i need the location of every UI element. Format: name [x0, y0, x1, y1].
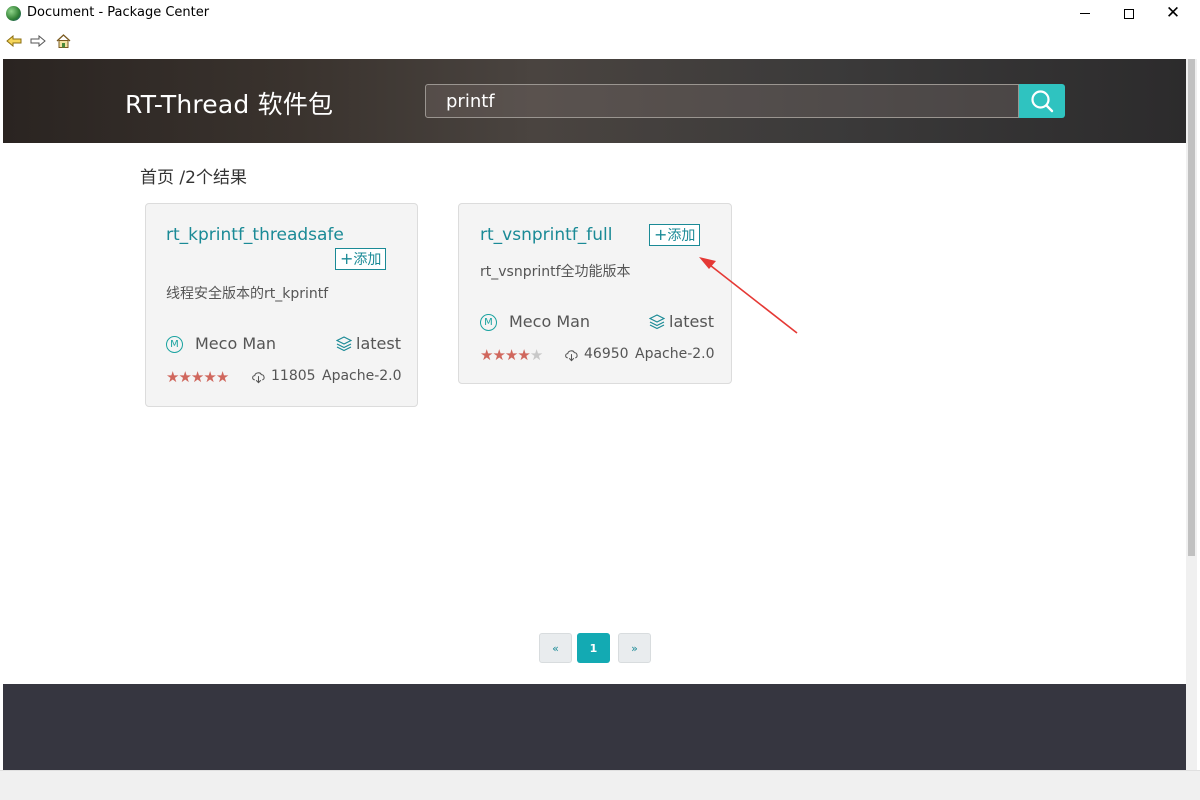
home-button[interactable]	[54, 33, 72, 49]
site-header: RT-Thread 软件包	[3, 59, 1186, 143]
package-name-link[interactable]: rt_kprintf_threadsafe	[166, 225, 344, 245]
pagination-current[interactable]: 1	[577, 633, 610, 663]
package-card: rt_kprintf_threadsafe +添加 线程安全版本的rt_kpri…	[145, 203, 418, 407]
add-package-button[interactable]: +添加	[335, 248, 387, 270]
star-filled-icon: ★	[215, 368, 229, 386]
close-button[interactable]: ✕	[1150, 0, 1196, 27]
add-label: 添加	[667, 228, 696, 244]
pagination-prev[interactable]: «	[539, 633, 572, 663]
site-footer	[3, 684, 1186, 770]
home-icon	[56, 34, 70, 48]
arrow-right-icon	[30, 35, 46, 47]
star-filled-icon: ★	[166, 368, 179, 386]
star-filled-icon: ★	[517, 346, 530, 364]
minimize-icon	[1080, 13, 1090, 14]
download-cloud-icon	[252, 372, 265, 384]
star-filled-icon: ★	[504, 346, 518, 364]
star-filled-icon: ★	[203, 368, 216, 386]
page-viewport: RT-Thread 软件包 首页 /2个结果 rt_kprintf_thread…	[3, 59, 1186, 770]
breadcrumb: 首页 /2个结果	[140, 168, 247, 188]
download-count: 11805	[271, 368, 316, 384]
pagination-next[interactable]: »	[618, 633, 651, 663]
search-button[interactable]	[1019, 84, 1065, 118]
search-box	[425, 84, 1019, 118]
package-author: Meco Man	[195, 334, 277, 353]
vertical-scrollbar[interactable]	[1186, 59, 1197, 770]
star-filled-icon: ★	[190, 368, 204, 386]
package-version: latest	[669, 312, 714, 331]
package-license: Apache-2.0	[635, 346, 715, 362]
site-brand[interactable]: RT-Thread 软件包	[125, 85, 333, 121]
arrow-left-icon	[6, 35, 22, 47]
window-titlebar: Document - Package Center ✕	[0, 0, 1200, 27]
app-icon	[6, 6, 21, 21]
add-label: 添加	[353, 252, 382, 268]
author-icon: M	[166, 336, 183, 353]
layers-icon	[649, 314, 665, 330]
minimize-button[interactable]	[1062, 0, 1108, 27]
rating-stars: ★★★★★	[166, 368, 229, 386]
package-license: Apache-2.0	[322, 368, 402, 384]
package-name-link[interactable]: rt_vsnprintf_full	[480, 225, 612, 245]
star-filled-icon: ★	[178, 368, 191, 386]
close-icon: ✕	[1165, 3, 1181, 23]
search-icon	[1031, 90, 1054, 113]
download-cloud-icon	[565, 350, 578, 362]
layers-icon	[336, 336, 352, 352]
plus-icon: +	[340, 249, 354, 268]
package-description: rt_vsnprintf全功能版本	[480, 264, 631, 280]
forward-button[interactable]	[29, 33, 47, 49]
star-filled-icon: ★	[492, 346, 505, 364]
back-button[interactable]	[5, 33, 23, 49]
star-filled-icon: ★	[480, 346, 493, 364]
window-title: Document - Package Center	[27, 5, 210, 20]
download-count: 46950	[584, 346, 629, 362]
status-bar	[0, 770, 1200, 800]
scrollbar-thumb[interactable]	[1188, 59, 1195, 556]
package-description: 线程安全版本的rt_kprintf	[166, 286, 329, 302]
package-author: Meco Man	[509, 312, 591, 331]
package-card: rt_vsnprintf_full +添加 rt_vsnprintf全功能版本 …	[458, 203, 732, 384]
package-version: latest	[356, 334, 401, 353]
rating-stars: ★★★★★	[480, 346, 543, 364]
maximize-icon	[1124, 8, 1134, 19]
add-package-button[interactable]: +添加	[649, 224, 701, 246]
author-icon: M	[480, 314, 497, 331]
search-input[interactable]	[426, 85, 1018, 117]
plus-icon: +	[654, 225, 668, 244]
maximize-button[interactable]	[1106, 0, 1152, 27]
nav-toolbar	[0, 27, 1200, 57]
star-empty-icon: ★	[529, 346, 543, 364]
